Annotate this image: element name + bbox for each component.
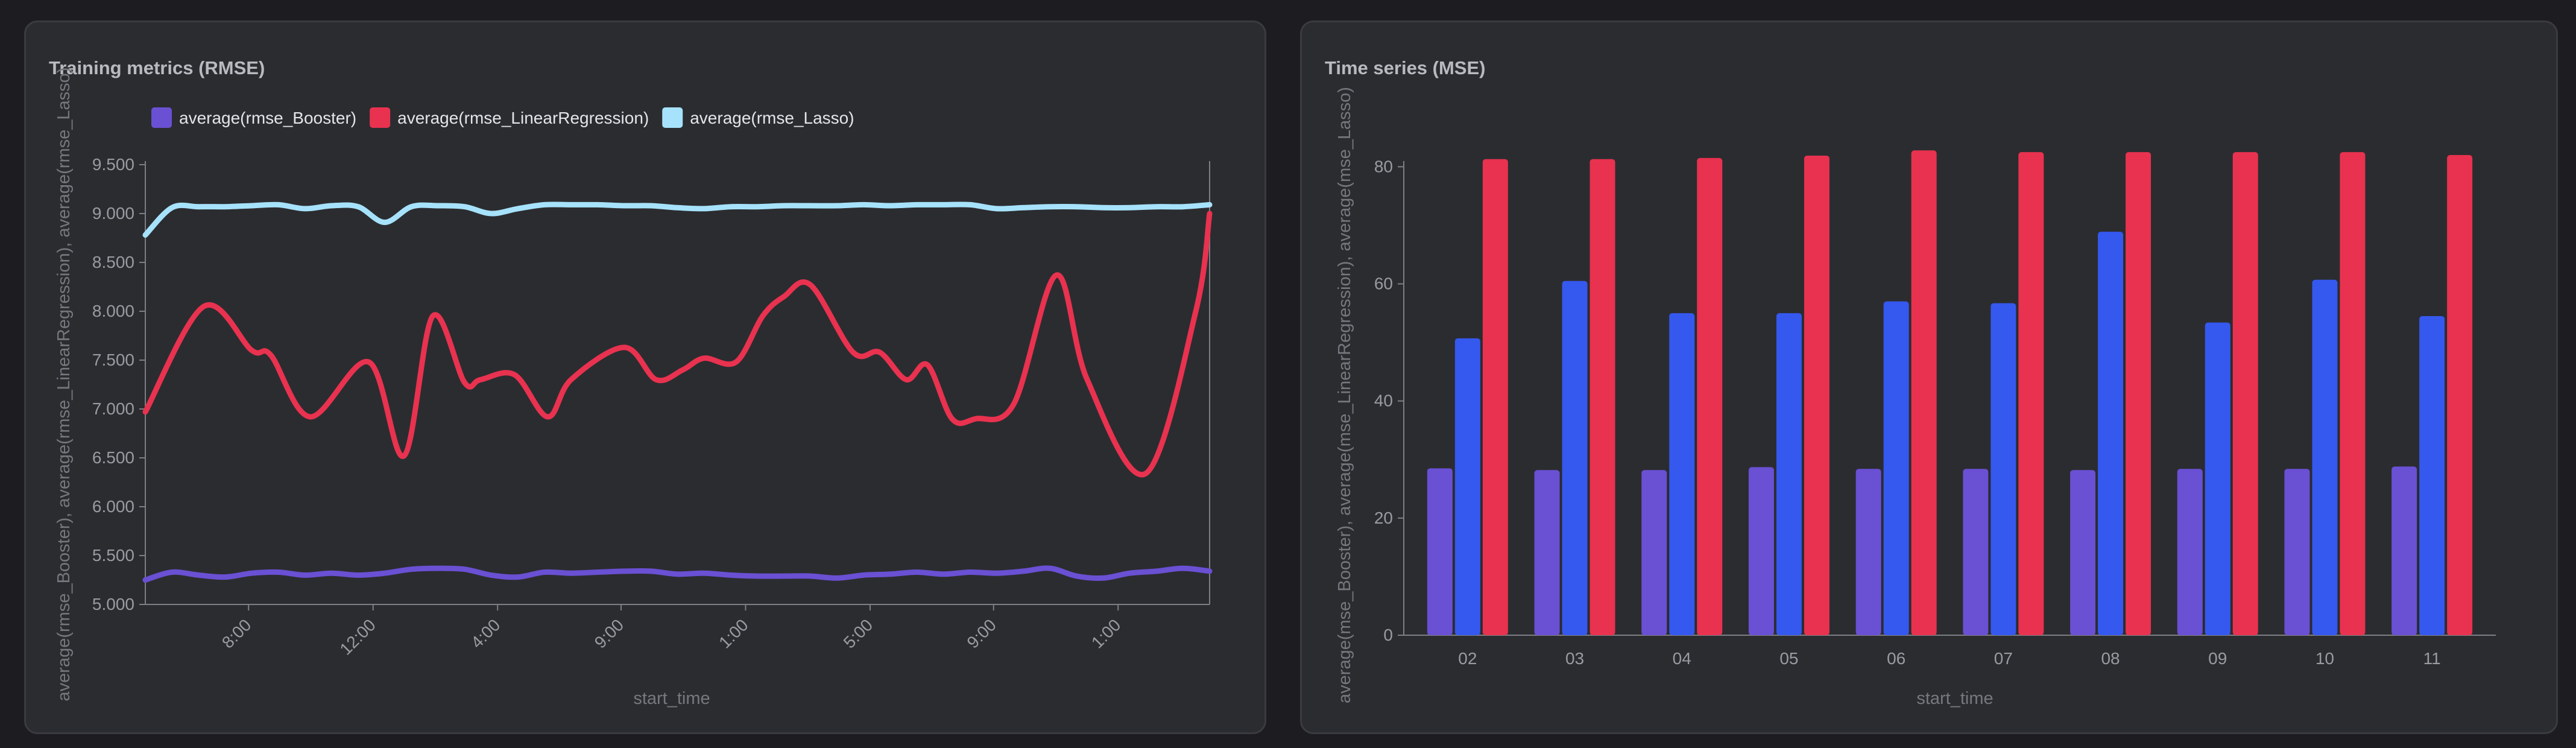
y-tick-label: 20 [1374,509,1393,527]
bar [1534,470,1560,635]
bar [2070,470,2096,635]
bar [2447,155,2473,635]
bar [1855,469,1881,635]
x-tick-label: 06 [1887,649,1905,668]
bar-group [1427,159,1508,635]
x-tick-label: 04 [1673,649,1691,668]
x-tick-label: 03 [1565,649,1584,668]
series-line [142,201,1213,238]
y-tick-label: 6.000 [92,497,134,516]
bar [1883,301,1909,635]
series-line [142,211,1213,478]
bar [1427,468,1453,635]
time-series-panel: Time series (MSE) 0 20 40 60 80 02 03 04 05 06 07 0… [1300,21,2558,734]
y-tick-label: 9.000 [92,204,134,223]
bar-group [1748,155,1829,636]
y-tick-label: 0 [1383,626,1393,644]
x-tick-label: 8:00 [218,615,254,651]
x-tick-label: 9:00 [963,615,999,651]
y-tick-label: 7.000 [92,399,134,418]
x-tick-label: 05 [1779,649,1798,668]
rmse-line-chart: average(rmse_Booster) average(rmse_Linear… [54,68,1213,708]
x-tick-label: 08 [2101,649,2120,668]
legend: average(rmse_Booster) average(rmse_Linear… [151,107,854,128]
y-tick-label: 6.500 [92,448,134,467]
y-tick-label: 60 [1374,274,1393,293]
bar [1589,159,1615,635]
bar-group [2070,152,2151,635]
x-tick-label: 11 [2423,649,2441,668]
bar [1562,280,1588,636]
x-tick-label: 5:00 [840,615,876,651]
bar [2391,466,2417,635]
bar [1776,313,1802,635]
legend-swatch [370,107,391,128]
y-tick-label: 7.500 [92,350,134,369]
bar-group [2391,155,2473,635]
legend-label: average(rmse_Booster) [179,109,356,127]
bar [1641,470,1667,635]
x-tick-label: 1:00 [715,615,751,651]
bar [1963,469,1989,635]
bar [2419,315,2445,635]
bar [2177,469,2203,635]
y-axis-title: average(mse_Booster), average(mse_Linear… [1335,87,1354,703]
legend-label: average(rmse_Lasso) [690,109,854,127]
bar [2284,469,2310,635]
bar [1669,313,1695,635]
bar [1748,467,1774,635]
bar [1482,159,1508,635]
legend-swatch [151,107,172,128]
bar [2126,152,2151,635]
bar [1990,303,2016,636]
legend-label: average(rmse_LinearRegression) [397,109,649,127]
bar [2018,152,2044,635]
bar [1911,150,1937,636]
bar-group [2284,152,2366,635]
x-tick-label: 1:00 [1088,615,1124,651]
bar-group [1534,159,1615,636]
y-axis-title: average(rmse_Booster), average(rmse_Line… [54,68,74,702]
bar-group [1963,152,2044,636]
x-axis-title: start_time [1916,689,1993,708]
y-tick-label: 80 [1374,157,1393,176]
bar [1697,157,1723,635]
x-tick-label: 12:00 [336,615,379,658]
x-tick-label: 07 [1994,649,2013,668]
legend-swatch [662,107,683,128]
x-tick-label: 4:00 [467,615,504,651]
legend-item: average(rmse_Lasso) [662,107,854,128]
bar [2340,152,2366,635]
bar [2232,152,2258,635]
bar-group [1855,150,1937,636]
bar [2098,232,2124,635]
training-metrics-panel: Training metrics (RMSE) average(rmse_Boo… [24,21,1266,734]
bar-group [1641,157,1723,635]
y-tick-label: 8.500 [92,253,134,271]
y-tick-label: 8.000 [92,302,134,320]
x-tick-label: 09 [2208,649,2227,668]
x-tick-label: 10 [2316,649,2334,668]
x-axis-title: start_time [633,689,710,708]
mse-bar-chart: 0 20 40 60 80 02 03 04 05 06 07 08 09 10 11 start_time a… [1335,87,2496,708]
legend-item: average(rmse_Booster) [151,107,356,128]
bar [2205,322,2230,635]
y-tick-label: 5.000 [92,595,134,613]
y-tick-label: 5.500 [92,546,134,565]
series-line [142,565,1213,583]
x-tick-label: 02 [1458,649,1477,668]
y-tick-label: 9.500 [92,155,134,174]
bar [1804,155,1829,636]
bar-group [2177,152,2258,635]
y-tick-label: 40 [1374,391,1393,410]
bar [1454,338,1480,635]
legend-item: average(rmse_LinearRegression) [370,107,649,128]
bar [2312,279,2338,635]
x-tick-label: 9:00 [591,615,627,651]
